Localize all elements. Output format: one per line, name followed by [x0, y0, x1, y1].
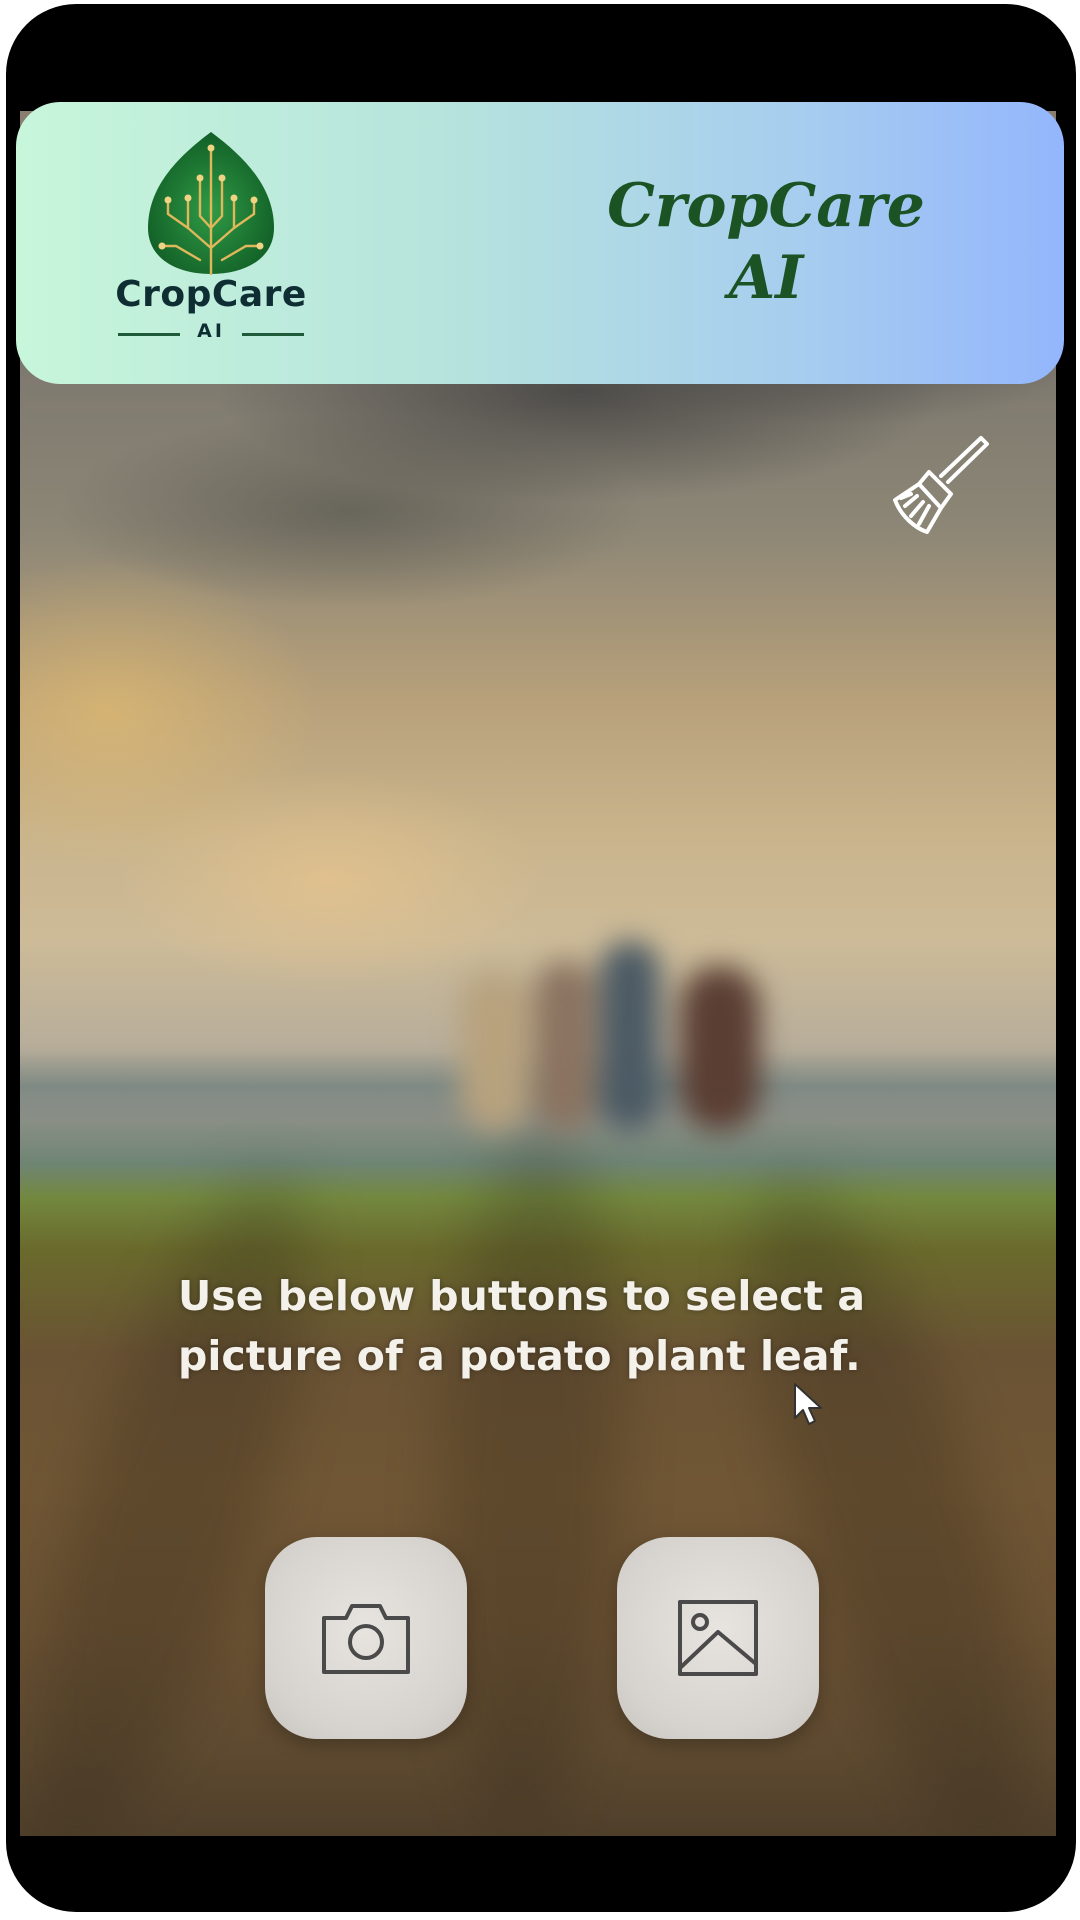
logo-divider-right: [242, 333, 304, 336]
app-title: CropCare AI: [576, 170, 956, 314]
clear-button[interactable]: [881, 424, 996, 539]
leaf-circuit-icon: [148, 132, 274, 276]
app-title-line2: AI: [728, 243, 804, 313]
mouse-pointer-icon: [794, 1383, 822, 1425]
app-logo: CropCare AI: [96, 128, 326, 358]
camera-button[interactable]: [265, 1537, 467, 1739]
gallery-button[interactable]: [617, 1537, 819, 1739]
app-header: CropCare AI CropCare AI: [16, 102, 1064, 384]
image-gallery-icon: [678, 1600, 758, 1676]
logo-sub: AI: [197, 320, 225, 342]
instruction-text: Use below buttons to select a picture of…: [178, 1272, 866, 1380]
app-title-line1: CropCare: [607, 171, 925, 241]
camera-icon: [322, 1604, 410, 1674]
logo-name: CropCare: [115, 274, 307, 315]
broom-icon: [893, 436, 989, 534]
blurred-farmers: [440, 941, 780, 1131]
